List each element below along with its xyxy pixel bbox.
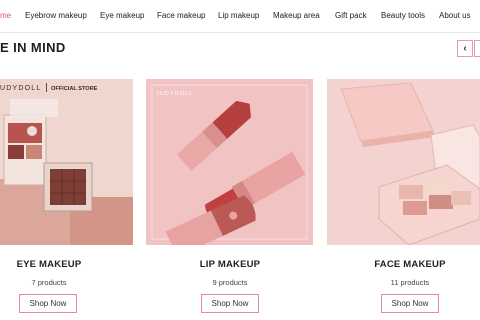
nav-item-eyebrow-makeup[interactable]: Eyebrow makeup xyxy=(25,11,87,21)
face-makeup-shop-now-button[interactable]: Shop Now xyxy=(381,294,439,313)
eye-makeup-title[interactable]: EYE MAKEUP xyxy=(0,259,98,271)
lip-makeup-shop-now-button[interactable]: Shop Now xyxy=(201,294,259,313)
nav-item-home[interactable]: me xyxy=(0,11,11,21)
nav-item-eye-makeup[interactable]: Eye makeup xyxy=(100,11,144,21)
face-makeup-title[interactable]: FACE MAKEUP xyxy=(350,259,470,271)
nav-item-face-makeup[interactable]: Face makeup xyxy=(157,11,205,21)
eye-image-brand: UDYDOLL xyxy=(0,85,41,92)
top-nav: me Eyebrow makeup Eye makeup Face makeup… xyxy=(0,0,480,32)
nav-item-lip-makeup[interactable]: Lip makeup xyxy=(218,11,259,21)
eye-makeup-count: 7 products xyxy=(31,278,67,287)
slider-prev-button[interactable]: ‹ xyxy=(457,40,473,57)
slider-next-button[interactable] xyxy=(474,40,480,57)
lip-makeup-title[interactable]: LIP MAKEUP xyxy=(170,259,290,271)
lip-image-brand: JUDYDOLL xyxy=(156,91,194,97)
nav-item-about-us[interactable]: About us xyxy=(439,11,471,21)
eye-makeup-shop-now-button[interactable]: Shop Now xyxy=(19,294,77,313)
lip-makeup-image[interactable]: JUDYDOLL xyxy=(146,79,313,245)
eye-makeup-image[interactable]: UDYDOLL OFFICIAL STORE xyxy=(0,79,133,245)
nav-divider xyxy=(0,32,480,33)
chevron-left-icon: ‹ xyxy=(463,42,467,54)
section-title: E IN MIND xyxy=(0,40,66,55)
eye-image-badge: OFFICIAL STORE xyxy=(51,86,98,92)
face-makeup-image[interactable] xyxy=(327,79,480,245)
nav-item-gift-pack[interactable]: Gift pack xyxy=(335,11,367,21)
face-makeup-count: 11 products xyxy=(390,278,430,287)
lip-makeup-count: 9 products xyxy=(212,278,248,287)
nav-item-makeup-area[interactable]: Makeup area xyxy=(273,11,320,21)
nav-item-beauty-tools[interactable]: Beauty tools xyxy=(381,11,425,21)
